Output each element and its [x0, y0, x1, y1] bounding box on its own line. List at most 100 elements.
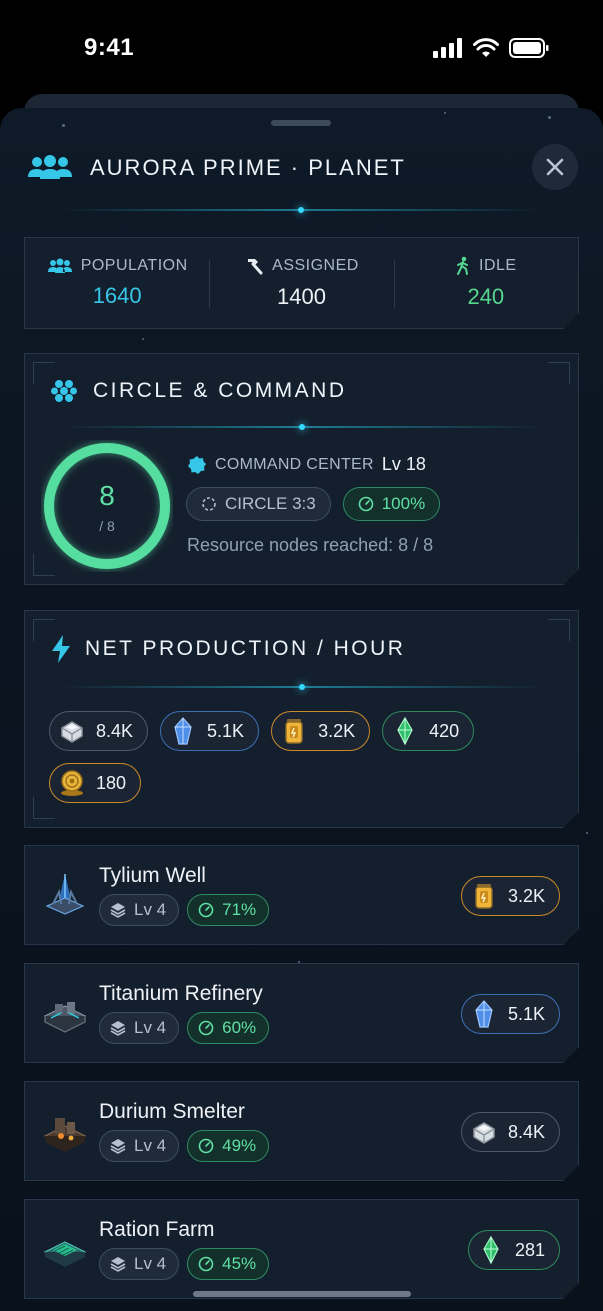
sheet-grabber[interactable] — [271, 120, 331, 126]
level-label: Lv 4 — [134, 1136, 167, 1155]
production-title-row: NET PRODUCTION / HOUR — [51, 635, 405, 663]
building-name: Titanium Refinery — [99, 982, 263, 1005]
tylium-icon — [468, 880, 500, 912]
building-name: Tylium Well — [99, 864, 206, 887]
nodes-text: Resource nodes reached: 8 / 8 — [187, 535, 434, 555]
header-divider — [60, 207, 542, 213]
circle-badges: CIRCLE 3:3 100% — [186, 487, 440, 521]
efficiency-label: 49% — [222, 1136, 257, 1155]
output-value: 5.1K — [507, 1003, 545, 1024]
level-badge: Lv 4 — [99, 894, 179, 926]
building-card[interactable]: Tylium Well Lv 4 71% 3.2K — [24, 845, 579, 945]
titanium-icon — [468, 1116, 500, 1148]
building-icon — [41, 1106, 89, 1154]
output-value: 3.2K — [507, 885, 545, 906]
layers-icon — [110, 1020, 126, 1036]
resource-value: 180 — [96, 772, 127, 793]
production-title: NET PRODUCTION / HOUR — [85, 637, 406, 660]
level-badge: Lv 4 — [99, 1248, 179, 1280]
level-label: Lv 4 — [134, 1254, 167, 1273]
hammer-icon — [244, 256, 264, 276]
resource-value: 8.4K — [96, 720, 134, 741]
resource-chip[interactable]: 3.2K — [271, 711, 370, 751]
level-label: Lv 4 — [134, 900, 167, 919]
people-icon — [47, 258, 73, 274]
ring-total: / 8 — [99, 518, 115, 534]
population-label: POPULATION — [80, 257, 188, 274]
ration-icon — [389, 715, 421, 747]
efficiency-label: 60% — [222, 1018, 257, 1037]
home-indicator — [193, 1291, 411, 1297]
assigned-label: ASSIGNED — [272, 257, 359, 274]
level-badge: Lv 4 — [99, 1012, 179, 1044]
level-badge: Lv 4 — [99, 1130, 179, 1162]
building-icon — [41, 988, 89, 1036]
gauge-icon — [358, 496, 374, 512]
status-time: 9:41 — [84, 34, 135, 61]
circle-ring: 8 / 8 — [41, 440, 173, 572]
building-name: Ration Farm — [99, 1218, 215, 1241]
idle-value: 240 — [467, 284, 505, 309]
close-button[interactable] — [532, 144, 578, 190]
efficiency-badge: 71% — [187, 894, 269, 926]
level-label: Lv 4 — [134, 1018, 167, 1037]
circle-command-title: CIRCLE & COMMAND — [93, 379, 347, 402]
building-output: 8.4K — [461, 1112, 560, 1152]
sheet-header: AURORA PRIME · PLANET — [26, 148, 578, 188]
idle-label: IDLE — [479, 257, 517, 274]
building-output: 3.2K — [461, 876, 560, 916]
tylium-icon — [278, 715, 310, 747]
building-icon — [41, 1224, 89, 1272]
resource-value: 5.1K — [207, 720, 245, 741]
resource-chip[interactable]: 8.4K — [49, 711, 148, 751]
building-output: 281 — [468, 1230, 560, 1270]
lightning-icon — [51, 635, 71, 663]
output-value: 281 — [514, 1239, 545, 1260]
efficiency-badge: 60% — [187, 1012, 269, 1044]
building-output: 5.1K — [461, 994, 560, 1034]
population-stats: POPULATION 1640 ASSIGNED 1400 IDLE 240 — [24, 237, 579, 329]
resource-chip[interactable]: 180 — [49, 763, 141, 803]
efficiency-badge: 45% — [187, 1248, 269, 1280]
layers-icon — [110, 1256, 126, 1272]
efficiency-badge: 100% — [343, 487, 440, 521]
command-center-label: COMMAND CENTER — [215, 455, 374, 473]
resource-chip[interactable]: 5.1K — [160, 711, 259, 751]
people-icon — [28, 155, 72, 179]
circle-divider — [61, 426, 543, 428]
circle-command-panel: CIRCLE & COMMAND 8 / 8 COMMAND CENTER Lv… — [24, 353, 579, 585]
battery-icon — [509, 38, 549, 58]
status-icons — [433, 38, 549, 58]
dashed-circle-icon — [201, 496, 217, 512]
titanium-icon — [56, 715, 88, 747]
building-card[interactable]: Ration Farm Lv 4 45% 281 — [24, 1199, 579, 1299]
wifi-icon — [473, 38, 499, 57]
close-icon — [546, 158, 564, 176]
gauge-icon — [198, 902, 214, 918]
hexagon-cluster-icon — [51, 378, 77, 404]
resource-value: 3.2K — [318, 720, 356, 741]
output-value: 8.4K — [507, 1121, 545, 1142]
ration-icon — [475, 1234, 507, 1266]
circle-command-title-row: CIRCLE & COMMAND — [51, 378, 347, 404]
resource-value: 420 — [429, 720, 460, 741]
production-resources: 8.4K 5.1K 3.2K 420 180 — [49, 711, 549, 803]
command-center-level: Lv 18 — [381, 454, 426, 474]
gauge-icon — [198, 1020, 214, 1036]
circle-badge: CIRCLE 3:3 — [186, 487, 331, 521]
efficiency-badge-label: 100% — [381, 494, 426, 513]
building-name: Durium Smelter — [99, 1100, 245, 1123]
building-card[interactable]: Titanium Refinery Lv 4 60% 5.1K — [24, 963, 579, 1063]
gauge-icon — [198, 1138, 214, 1154]
layers-icon — [110, 1138, 126, 1154]
assigned-stat: ASSIGNED 1400 — [209, 238, 393, 328]
planet-sheet: AURORA PRIME · PLANET POPULATION 1640 AS… — [0, 108, 603, 1311]
walking-person-icon — [455, 256, 471, 276]
efficiency-label: 71% — [222, 900, 257, 919]
gauge-icon — [198, 1256, 214, 1272]
resource-chip[interactable]: 420 — [382, 711, 474, 751]
assigned-value: 1400 — [277, 284, 326, 309]
command-badge-icon — [187, 455, 207, 475]
layers-icon — [110, 902, 126, 918]
building-card[interactable]: Durium Smelter Lv 4 49% 8.4K — [24, 1081, 579, 1181]
